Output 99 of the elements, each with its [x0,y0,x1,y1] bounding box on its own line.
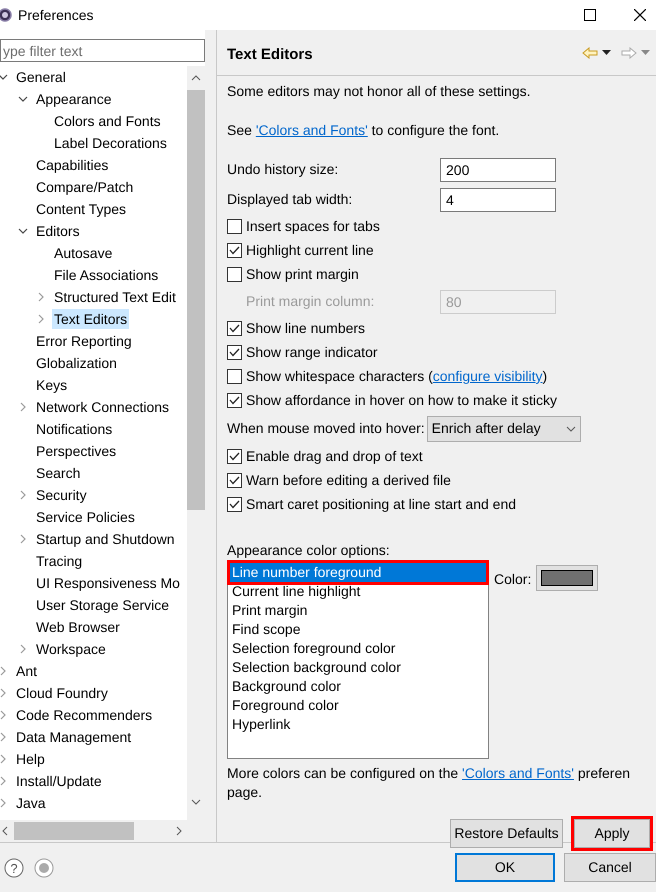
tree-item[interactable]: Java [14,793,48,813]
colors-and-fonts-link[interactable]: 'Colors and Fonts' [462,764,574,780]
checkbox[interactable] [227,345,242,360]
tree-item[interactable]: Cloud Foundry [14,683,110,703]
checkbox-label: Insert spaces for tabs [246,217,380,236]
checkbox-label: Show range indicator [246,343,378,362]
dialog-button[interactable]: Restore Defaults [450,818,563,848]
tree-item[interactable]: Globalization [34,353,119,373]
tree-item[interactable]: Security [34,485,89,505]
checkbox[interactable] [227,369,242,384]
tree-item[interactable]: Structured Text Edit [52,287,178,307]
cancel-button[interactable]: Cancel [564,853,656,882]
record-icon[interactable] [34,858,54,878]
list-item[interactable]: Print margin [230,600,486,620]
tree-item[interactable]: Text Editors [52,309,130,329]
checkbox[interactable] [227,219,242,234]
vertical-scrollbar[interactable] [187,66,205,820]
dropdown-icon[interactable] [602,50,611,56]
checkbox[interactable] [227,393,242,408]
dropdown[interactable]: Enrich after delay [426,416,581,442]
field-label: Displayed tab width: [227,190,354,209]
tree-item[interactable]: Notifications [34,419,114,439]
app-icon [0,7,12,23]
page-title: Text Editors [227,45,313,65]
select-label: When mouse moved into hover: [227,419,425,438]
section-label: Appearance color options: [227,540,391,560]
checkbox-label: Show line numbers [246,319,366,338]
maximize-icon[interactable] [584,9,596,21]
tree-item[interactable]: Keys [34,375,70,395]
checkbox-label: Enable drag and drop of text [246,447,423,466]
list-item[interactable]: Foreground color [230,696,486,714]
caret-icon [566,426,576,432]
list-item[interactable]: Background color [230,676,486,696]
tree-item[interactable]: Code Recommenders [14,705,154,725]
window-title: Preferences [18,6,94,24]
tree-item[interactable]: User Storage Service [34,595,172,615]
tree-item[interactable]: General [14,67,68,87]
filter-field[interactable]: ype filter text [0,39,205,62]
checkbox[interactable] [227,449,242,464]
checkbox-label: Show print margin [246,265,359,284]
color-picker-button[interactable] [536,564,598,590]
tree-item[interactable]: Compare/Patch [34,177,136,197]
tree-item[interactable]: Workspace [34,639,108,659]
tree-item[interactable]: Tracing [34,551,84,571]
field-label: Print margin column: [245,292,376,311]
intro-text: Some editors may not honor all of these settings. [227,82,532,100]
tree-item[interactable]: Error Reporting [34,331,134,351]
tree-item[interactable]: Startup and Shutdown [34,529,177,549]
checkbox[interactable] [227,497,242,512]
list-item[interactable]: Selection background color [230,658,486,676]
description-text: More colors can be configured on the 'Colors and Fonts' preferen page. [227,764,632,802]
tree-item[interactable]: Content Types [34,199,128,219]
checkbox-label: Warn before editing a derived file [246,471,451,490]
scroll-left-icon[interactable] [0,825,10,837]
tree-item[interactable]: Help [14,749,47,769]
tree-item[interactable]: Ant [14,661,40,681]
checkbox[interactable] [227,321,242,336]
list-item[interactable]: Selection foreground color [230,638,486,658]
list-item[interactable]: Line number foreground [230,562,486,582]
input-field[interactable]: 200 [440,158,556,182]
help-icon[interactable]: ? [4,858,24,878]
colors-and-fonts-link[interactable]: 'Colors and Fonts' [256,122,368,138]
ok-button[interactable]: OK [455,853,555,882]
horizontal-scrollbar[interactable] [0,820,205,842]
checkbox[interactable] [227,473,242,488]
tree-item[interactable]: Service Policies [34,507,137,527]
checkbox-label: Highlight current line [246,241,374,260]
checkbox-label: Smart caret positioning at line start and end [246,495,516,514]
field-label: Undo history size: [227,160,340,179]
color-options-list[interactable]: Line number foreground Current line highlight Print margin Find scope Selection foreground color Selection background color Background color Foreground color Hyperlink [227,560,489,758]
tree-item[interactable]: Data Management [14,727,134,747]
scroll-down-icon[interactable] [191,798,201,806]
tree-item[interactable]: UI Responsiveness Mo [34,573,182,593]
color-label: Color: [494,570,532,588]
checkbox[interactable] [227,243,242,258]
checkbox-label: Show whitespace characters (configure visibility) [246,367,548,386]
tree-item[interactable]: Capabilities [34,155,110,175]
checkbox-label: Show affordance in hover on how to make it sticky [246,391,558,410]
tree-item[interactable]: Search [34,463,82,483]
list-item[interactable]: Hyperlink [230,714,486,734]
list-item[interactable]: Find scope [230,620,486,638]
tree-item[interactable]: Appearance [34,89,114,109]
tree-item[interactable]: Colors and Fonts [52,111,163,131]
tree-item[interactable]: Label Decorations [52,133,169,153]
scroll-up-icon[interactable] [191,74,201,82]
tree-item[interactable]: Editors [34,221,82,241]
tree-item[interactable]: Network Connections [34,397,172,417]
tree-item[interactable]: Web Browser [34,617,122,637]
scroll-right-icon[interactable] [174,825,184,837]
tree-item[interactable]: File Associations [52,265,160,285]
tree-item[interactable]: Autosave [52,243,114,263]
checkbox[interactable] [227,267,242,282]
configure-visibility-link[interactable]: configure visibility [432,368,542,384]
tree-item[interactable]: Perspectives [34,441,118,461]
tree-item[interactable]: Install/Update [14,771,104,791]
close-icon[interactable] [634,9,646,21]
input-field[interactable]: 4 [440,188,556,212]
list-item[interactable]: Current line highlight [230,582,486,600]
description-text: See 'Colors and Fonts' to configure the font. [227,120,500,140]
